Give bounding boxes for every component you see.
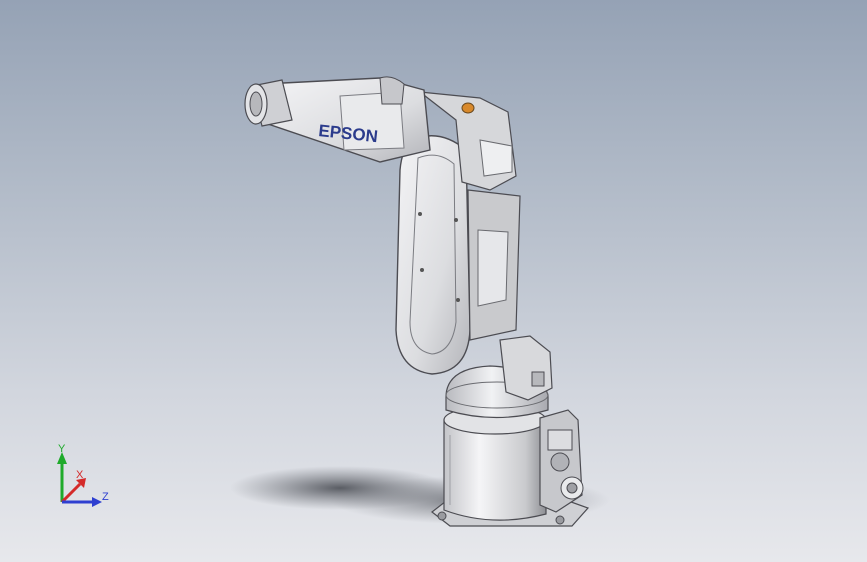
x-axis-arrow [60, 478, 86, 504]
z-axis-arrow [62, 497, 102, 507]
z-axis-label: Z [102, 491, 109, 503]
shoulder-motor-housing[interactable] [499, 335, 553, 401]
robot-arm-model[interactable]: EPSON [0, 0, 867, 562]
x-axis-label: X [76, 469, 84, 481]
y-axis-label: Y [58, 443, 66, 455]
y-axis-arrow [57, 452, 67, 502]
robot-base-cylinder[interactable] [443, 405, 547, 521]
status-led [461, 102, 475, 114]
graphics-viewport[interactable]: EPSON Y X Z [0, 0, 867, 562]
connector-panel[interactable] [539, 409, 584, 513]
coordinate-triad: Y X Z [57, 443, 109, 507]
